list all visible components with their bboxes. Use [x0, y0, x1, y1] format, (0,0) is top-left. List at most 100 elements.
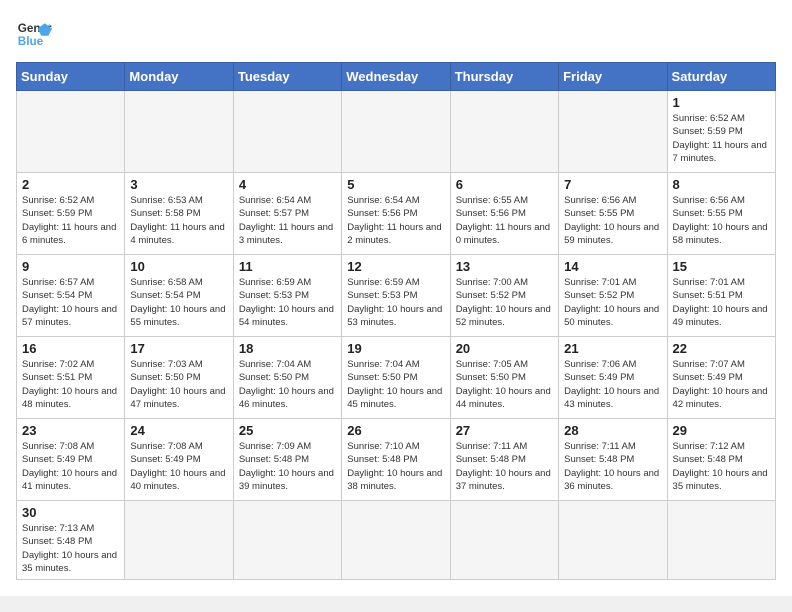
calendar-cell: 7 Sunrise: 6:56 AM Sunset: 5:55 PM Daylig…: [559, 173, 667, 255]
calendar-cell: 17 Sunrise: 7:03 AM Sunset: 5:50 PM Dayli…: [125, 337, 233, 419]
calendar-cell: 9Sunrise: 6:57 AM Sunset: 5:54 PM Daylig…: [17, 255, 125, 337]
cell-info: Sunrise: 6:55 AM Sunset: 5:56 PM Dayligh…: [456, 194, 553, 247]
calendar-week-row: 30Sunrise: 7:13 AM Sunset: 5:48 PM Dayli…: [17, 501, 776, 580]
day-number: 19: [347, 341, 444, 356]
weekday-header-wednesday: Wednesday: [342, 63, 450, 91]
calendar-cell: [342, 91, 450, 173]
day-number: 13: [456, 259, 553, 274]
calendar-cell: [17, 91, 125, 173]
cell-info: Sunrise: 6:53 AM Sunset: 5:58 PM Dayligh…: [130, 194, 227, 247]
cell-info: Sunrise: 6:59 AM Sunset: 5:53 PM Dayligh…: [239, 276, 336, 329]
day-number: 9: [22, 259, 119, 274]
calendar-cell: 2Sunrise: 6:52 AM Sunset: 5:59 PM Daylig…: [17, 173, 125, 255]
calendar-cell: [450, 501, 558, 580]
day-number: 2: [22, 177, 119, 192]
calendar-cell: 23 Sunrise: 7:08 AM Sunset: 5:49 PM Dayli…: [17, 419, 125, 501]
day-number: 28: [564, 423, 661, 438]
cell-info: Sunrise: 7:04 AM Sunset: 5:50 PM Dayligh…: [347, 358, 444, 411]
page: General Blue SundayMondayTuesdayWednesda…: [0, 0, 792, 596]
day-number: 27: [456, 423, 553, 438]
day-number: 7: [564, 177, 661, 192]
day-number: 8: [673, 177, 770, 192]
cell-info: Sunrise: 6:56 AM Sunset: 5:55 PM Dayligh…: [564, 194, 661, 247]
calendar-cell: [125, 501, 233, 580]
calendar-cell: [559, 501, 667, 580]
calendar-cell: [559, 91, 667, 173]
weekday-header-thursday: Thursday: [450, 63, 558, 91]
day-number: 11: [239, 259, 336, 274]
day-number: 15: [673, 259, 770, 274]
calendar-cell: 10 Sunrise: 6:58 AM Sunset: 5:54 PM Dayli…: [125, 255, 233, 337]
weekday-header-saturday: Saturday: [667, 63, 775, 91]
calendar-cell: [342, 501, 450, 580]
cell-info: Sunrise: 7:03 AM Sunset: 5:50 PM Dayligh…: [130, 358, 227, 411]
calendar-cell: 24Sunrise: 7:08 AM Sunset: 5:49 PM Dayli…: [125, 419, 233, 501]
weekday-header-monday: Monday: [125, 63, 233, 91]
calendar-cell: 19 Sunrise: 7:04 AM Sunset: 5:50 PM Dayli…: [342, 337, 450, 419]
calendar-cell: 18Sunrise: 7:04 AM Sunset: 5:50 PM Dayli…: [233, 337, 341, 419]
calendar-cell: 15 Sunrise: 7:01 AM Sunset: 5:51 PM Dayli…: [667, 255, 775, 337]
calendar-cell: 4 Sunrise: 6:54 AM Sunset: 5:57 PM Daylig…: [233, 173, 341, 255]
day-number: 22: [673, 341, 770, 356]
day-number: 12: [347, 259, 444, 274]
cell-info: Sunrise: 6:54 AM Sunset: 5:56 PM Dayligh…: [347, 194, 444, 247]
cell-info: Sunrise: 7:02 AM Sunset: 5:51 PM Dayligh…: [22, 358, 119, 411]
cell-info: Sunrise: 6:58 AM Sunset: 5:54 PM Dayligh…: [130, 276, 227, 329]
cell-info: Sunrise: 6:56 AM Sunset: 5:55 PM Dayligh…: [673, 194, 770, 247]
day-number: 20: [456, 341, 553, 356]
day-number: 23: [22, 423, 119, 438]
day-number: 29: [673, 423, 770, 438]
cell-info: Sunrise: 7:00 AM Sunset: 5:52 PM Dayligh…: [456, 276, 553, 329]
day-number: 26: [347, 423, 444, 438]
calendar-cell: [667, 501, 775, 580]
cell-info: Sunrise: 7:10 AM Sunset: 5:48 PM Dayligh…: [347, 440, 444, 493]
calendar-cell: 16 Sunrise: 7:02 AM Sunset: 5:51 PM Dayli…: [17, 337, 125, 419]
calendar-cell: 5 Sunrise: 6:54 AM Sunset: 5:56 PM Daylig…: [342, 173, 450, 255]
calendar-cell: 6Sunrise: 6:55 AM Sunset: 5:56 PM Daylig…: [450, 173, 558, 255]
day-number: 14: [564, 259, 661, 274]
calendar-cell: 13 Sunrise: 7:00 AM Sunset: 5:52 PM Dayli…: [450, 255, 558, 337]
day-number: 21: [564, 341, 661, 356]
calendar-week-row: 2Sunrise: 6:52 AM Sunset: 5:59 PM Daylig…: [17, 173, 776, 255]
calendar-cell: 12 Sunrise: 6:59 AM Sunset: 5:53 PM Dayli…: [342, 255, 450, 337]
calendar-week-row: 23 Sunrise: 7:08 AM Sunset: 5:49 PM Dayli…: [17, 419, 776, 501]
day-number: 4: [239, 177, 336, 192]
cell-info: Sunrise: 7:11 AM Sunset: 5:48 PM Dayligh…: [456, 440, 553, 493]
day-number: 18: [239, 341, 336, 356]
cell-info: Sunrise: 7:01 AM Sunset: 5:52 PM Dayligh…: [564, 276, 661, 329]
calendar-cell: [233, 91, 341, 173]
calendar-cell: [125, 91, 233, 173]
calendar-week-row: 1Sunrise: 6:52 AM Sunset: 5:59 PM Daylig…: [17, 91, 776, 173]
day-number: 30: [22, 505, 119, 520]
calendar-table: SundayMondayTuesdayWednesdayThursdayFrid…: [16, 62, 776, 580]
day-number: 10: [130, 259, 227, 274]
calendar-cell: 1Sunrise: 6:52 AM Sunset: 5:59 PM Daylig…: [667, 91, 775, 173]
cell-info: Sunrise: 7:09 AM Sunset: 5:48 PM Dayligh…: [239, 440, 336, 493]
weekday-header-tuesday: Tuesday: [233, 63, 341, 91]
logo: General Blue: [16, 16, 52, 52]
cell-info: Sunrise: 7:01 AM Sunset: 5:51 PM Dayligh…: [673, 276, 770, 329]
day-number: 17: [130, 341, 227, 356]
calendar-cell: 20Sunrise: 7:05 AM Sunset: 5:50 PM Dayli…: [450, 337, 558, 419]
cell-info: Sunrise: 7:07 AM Sunset: 5:49 PM Dayligh…: [673, 358, 770, 411]
cell-info: Sunrise: 7:12 AM Sunset: 5:48 PM Dayligh…: [673, 440, 770, 493]
cell-info: Sunrise: 6:59 AM Sunset: 5:53 PM Dayligh…: [347, 276, 444, 329]
calendar-cell: [450, 91, 558, 173]
day-number: 3: [130, 177, 227, 192]
cell-info: Sunrise: 7:08 AM Sunset: 5:49 PM Dayligh…: [22, 440, 119, 493]
calendar-cell: 27 Sunrise: 7:11 AM Sunset: 5:48 PM Dayli…: [450, 419, 558, 501]
calendar-cell: 14 Sunrise: 7:01 AM Sunset: 5:52 PM Dayli…: [559, 255, 667, 337]
calendar-cell: 25Sunrise: 7:09 AM Sunset: 5:48 PM Dayli…: [233, 419, 341, 501]
day-number: 16: [22, 341, 119, 356]
cell-info: Sunrise: 7:11 AM Sunset: 5:48 PM Dayligh…: [564, 440, 661, 493]
day-number: 5: [347, 177, 444, 192]
cell-info: Sunrise: 7:06 AM Sunset: 5:49 PM Dayligh…: [564, 358, 661, 411]
calendar-cell: 11 Sunrise: 6:59 AM Sunset: 5:53 PM Dayli…: [233, 255, 341, 337]
day-number: 1: [673, 95, 770, 110]
calendar-cell: 22 Sunrise: 7:07 AM Sunset: 5:49 PM Dayli…: [667, 337, 775, 419]
calendar-cell: 30Sunrise: 7:13 AM Sunset: 5:48 PM Dayli…: [17, 501, 125, 580]
cell-info: Sunrise: 6:54 AM Sunset: 5:57 PM Dayligh…: [239, 194, 336, 247]
weekday-header-row: SundayMondayTuesdayWednesdayThursdayFrid…: [17, 63, 776, 91]
day-number: 24: [130, 423, 227, 438]
header: General Blue: [16, 16, 776, 52]
